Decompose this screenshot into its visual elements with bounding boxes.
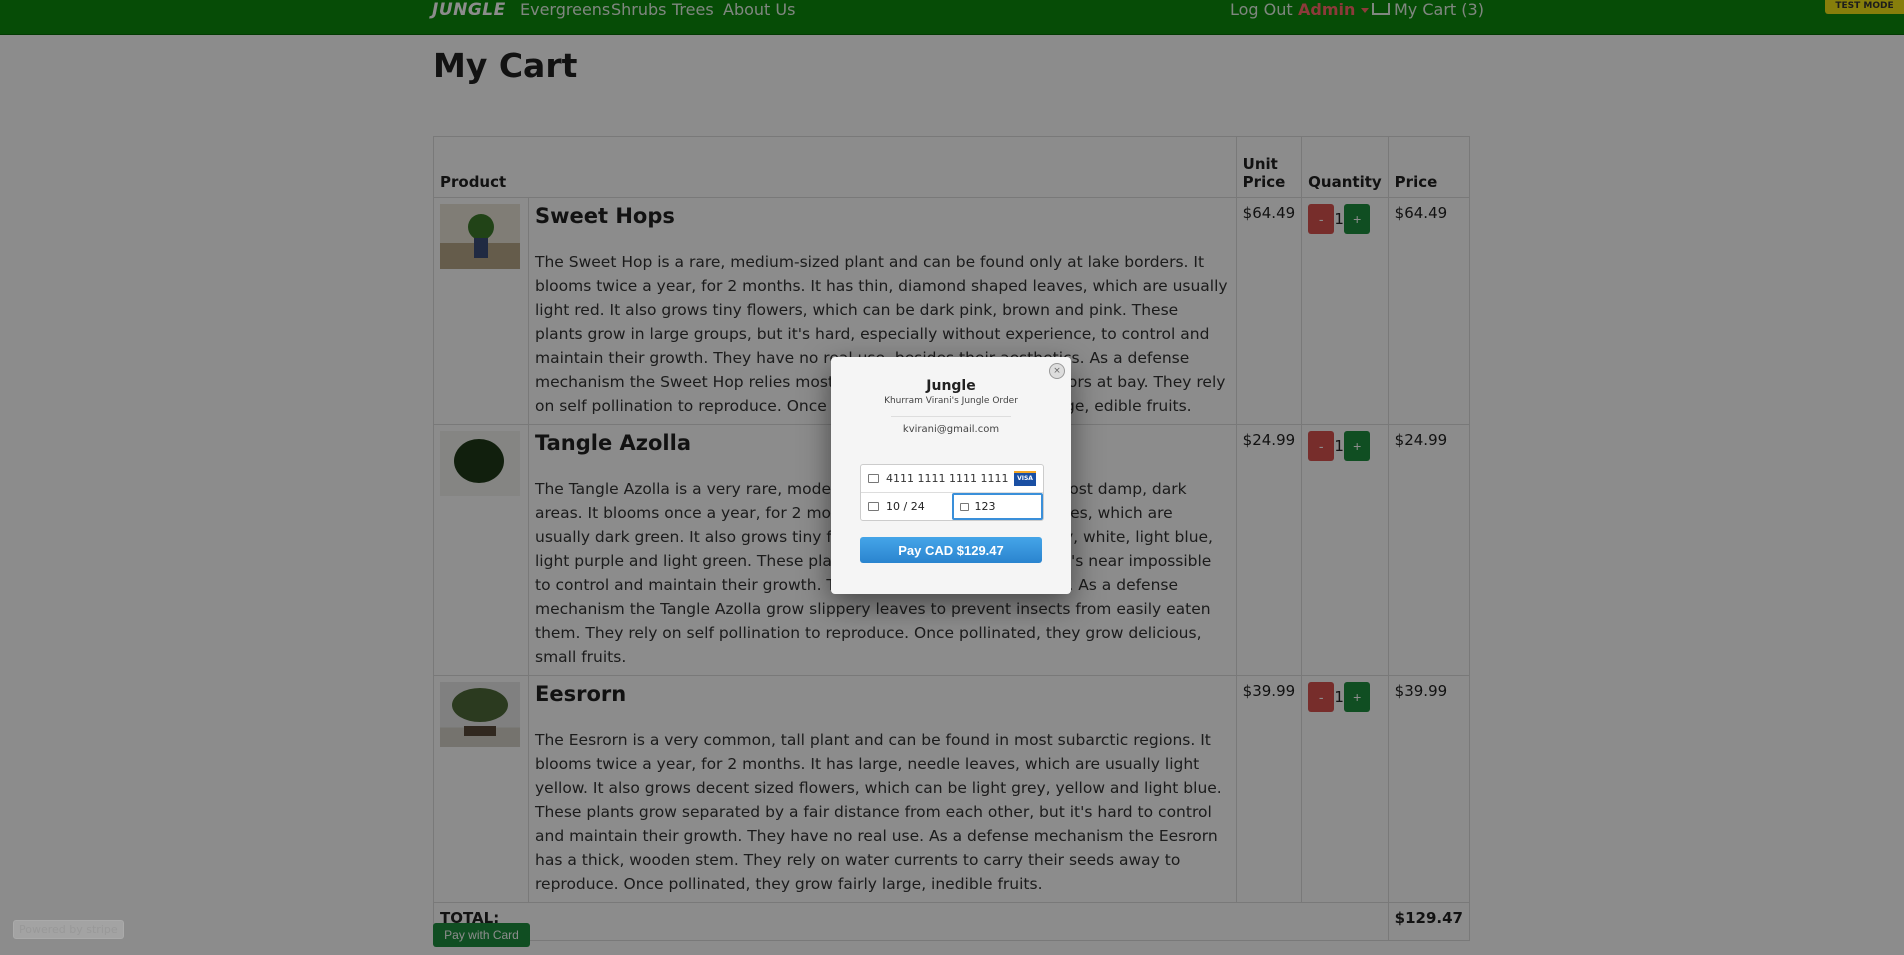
pay-button[interactable]: Pay CAD $129.47 [860, 537, 1042, 563]
modal-subtitle: Khurram Virani's Jungle Order [884, 396, 1018, 406]
card-number-value: 4111 1111 1111 1111 [886, 472, 1009, 485]
close-icon[interactable]: × [1049, 363, 1065, 379]
expiry-value: 10 / 24 [886, 500, 925, 513]
calendar-icon [868, 502, 879, 511]
visa-icon: VISA [1014, 471, 1036, 486]
credit-card-icon [868, 474, 879, 483]
card-number-field[interactable]: 4111 1111 1111 1111 VISA [861, 465, 1043, 493]
powered-by-stripe[interactable]: Powered by stripe [13, 920, 124, 939]
modal-title: Jungle [926, 378, 976, 394]
email-display[interactable]: kvirani@gmail.com [831, 424, 1071, 435]
cvc-value: 123 [974, 500, 996, 513]
divider [891, 416, 1011, 417]
cvc-field[interactable]: 123 [951, 493, 1043, 520]
lock-icon [959, 502, 969, 511]
card-input-group: 4111 1111 1111 1111 VISA 10 / 24 123 [860, 464, 1044, 521]
stripe-checkout-modal: × Jungle Khurram Virani's Jungle Order k… [831, 357, 1071, 594]
expiry-field[interactable]: 10 / 24 [861, 493, 952, 520]
